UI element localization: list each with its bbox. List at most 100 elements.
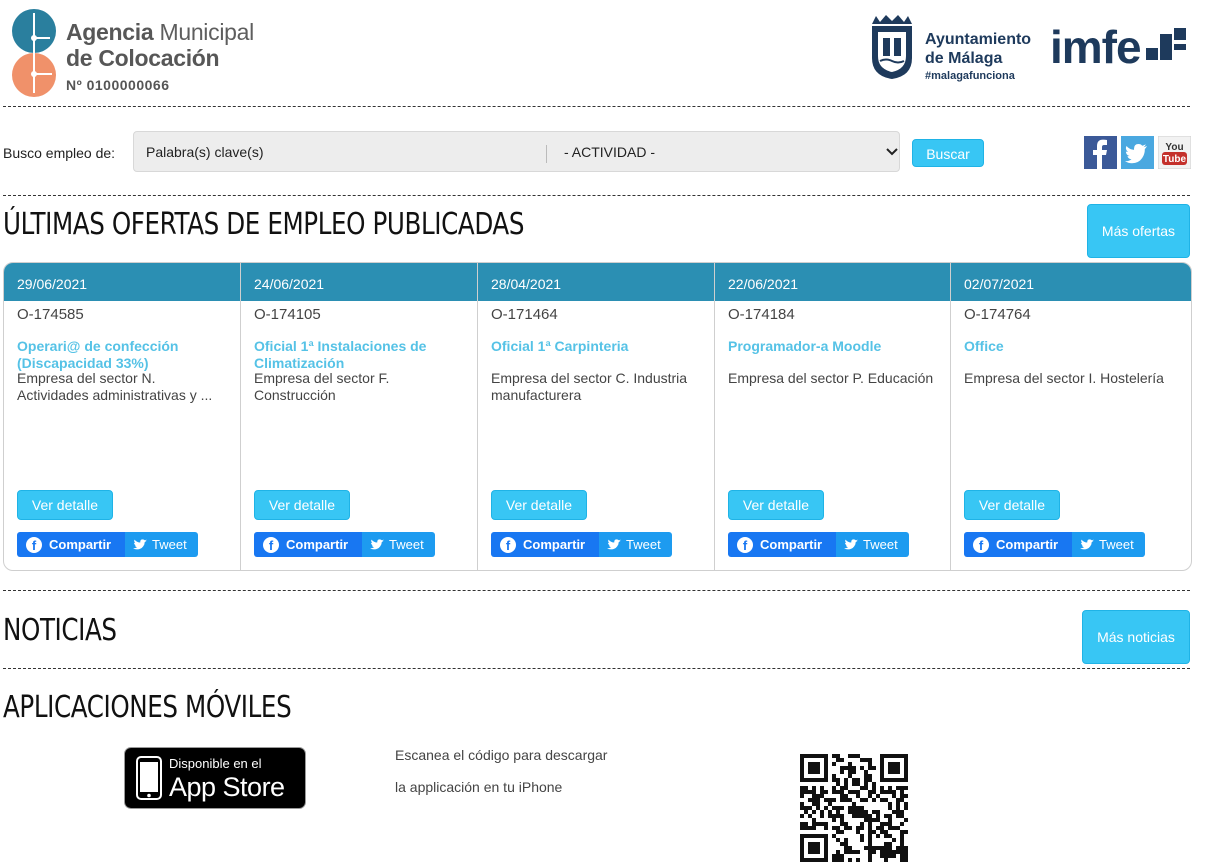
ayuntamiento-tag: #malagafunciona [925,70,1015,82]
agency-number: Nº 0100000066 [66,77,170,93]
news-section-title: NOTICIAS [3,613,117,648]
tweet-label: Tweet [626,537,661,552]
twitter-icon [1121,136,1154,169]
facebook-share-button[interactable]: f Compartir [254,532,362,557]
share-label: Compartir [49,537,112,552]
activity-select-value: - ACTIVIDAD - [564,144,656,160]
offer-code: O-174585 [17,306,84,323]
apps-section-title: APLICACIONES MÓVILES [3,690,292,725]
more-news-button[interactable]: Más noticias [1082,610,1190,664]
twitter-link[interactable] [1121,136,1154,169]
imfe-logo-text: imfe [1050,21,1142,73]
iphone-icon [136,756,162,800]
offer-company: Empresa del sector C. Industria manufact… [491,370,688,403]
offer-code: O-174184 [728,306,795,323]
share-label: Compartir [286,537,349,552]
imfe-logo[interactable]: imfe [1050,22,1195,74]
share-buttons: f Compartir Tweet [964,532,1145,557]
offer-card: 22/06/2021 O-174184 Programador-a Moodle… [715,263,951,570]
qr-code-icon [800,754,908,862]
keyword-input[interactable] [137,138,555,166]
imfe-logo-icon [1146,28,1186,60]
offer-card: 24/06/2021 O-174105 Oficial 1ª Instalaci… [241,263,478,570]
view-detail-button[interactable]: Ver detalle [964,490,1060,520]
qr-code [800,754,908,862]
app-store-small-text: Disponible en el [169,756,262,771]
divider [3,668,1190,669]
twitter-bird-icon [133,538,147,549]
offer-company: Empresa del sector N. Actividades admini… [17,370,213,403]
divider [3,590,1190,591]
agency-name-line2: de Colocación [66,45,220,71]
share-buttons: f Compartir Tweet [254,532,435,557]
share-buttons: f Compartir Tweet [17,532,198,557]
offers-section-title: ÚLTIMAS OFERTAS DE EMPLEO PUBLICADAS [3,207,525,242]
offer-company: Empresa del sector P. Educación [728,370,934,386]
offer-title-link[interactable]: Oficial 1ª Instalaciones de Climatizació… [254,338,467,372]
agency-logo[interactable]: Agencia Municipal de Colocación Nº 01000… [12,5,272,100]
search-label: Busco empleo de: [3,145,116,161]
share-label: Compartir [523,537,586,552]
app-store-badge[interactable]: Disponible en el App Store [124,747,306,809]
search-button[interactable]: Buscar [912,139,984,167]
offer-title-link[interactable]: Oficial 1ª Carpinteria [491,338,704,355]
offer-title-link[interactable]: Programador-a Moodle [728,338,940,355]
divider [3,106,1190,107]
activity-select[interactable]: - ACTIVIDAD - [564,132,899,171]
offer-date: 02/07/2021 [951,263,1191,301]
svg-text:You: You [1165,142,1183,153]
svg-text:Tube: Tube [1163,154,1187,165]
agency-logo-icon [12,9,56,97]
tweet-button[interactable]: Tweet [1072,532,1145,557]
offer-title-link[interactable]: Operari@ de confección (Discapacidad 33%… [17,338,230,372]
youtube-icon: You Tube [1157,135,1192,170]
facebook-share-button[interactable]: f Compartir [17,532,125,557]
more-offers-button[interactable]: Más ofertas [1087,204,1190,258]
facebook-share-button[interactable]: f Compartir [964,532,1072,557]
search-box: - ACTIVIDAD - [133,131,900,172]
offer-code: O-174105 [254,306,321,323]
facebook-icon: f [500,536,516,553]
facebook-link[interactable] [1084,136,1117,169]
tweet-label: Tweet [389,537,424,552]
tweet-button[interactable]: Tweet [836,532,909,557]
tweet-button[interactable]: Tweet [599,532,672,557]
ayuntamiento-line1: Ayuntamiento [925,31,1032,48]
offer-date: 29/06/2021 [4,263,240,301]
offer-card: 02/07/2021 O-174764 Office Empresa del s… [951,263,1191,570]
offer-card: 29/06/2021 O-174585 Operari@ de confecci… [4,263,241,570]
offer-code: O-171464 [491,306,558,323]
tweet-button[interactable]: Tweet [362,532,435,557]
agency-name-line1: Agencia Municipal [66,19,254,45]
search-separator [546,145,547,163]
view-detail-button[interactable]: Ver detalle [254,490,350,520]
offer-date: 28/04/2021 [478,263,714,301]
share-label: Compartir [760,537,823,552]
scan-text-line2: la applicación en tu iPhone [395,779,563,795]
facebook-icon: f [737,536,753,553]
facebook-share-button[interactable]: f Compartir [491,532,599,557]
scan-text-line1: Escanea el código para descargar [395,747,608,763]
tweet-label: Tweet [863,537,898,552]
view-detail-button[interactable]: Ver detalle [17,490,113,520]
share-buttons: f Compartir Tweet [491,532,672,557]
offer-date: 24/06/2021 [241,263,477,301]
ayuntamiento-logo[interactable]: Ayuntamiento de Málaga #malagafunciona [868,14,1043,84]
facebook-share-button[interactable]: f Compartir [728,532,836,557]
offer-title-link[interactable]: Office [964,338,1181,355]
twitter-bird-icon [607,538,621,549]
tweet-label: Tweet [1099,537,1134,552]
tweet-button[interactable]: Tweet [125,532,198,557]
twitter-bird-icon [844,538,858,549]
offers-list: 29/06/2021 O-174585 Operari@ de confecci… [3,262,1192,571]
facebook-icon [1084,136,1117,169]
app-store-big-text: App Store [169,772,285,802]
offer-code: O-174764 [964,306,1031,323]
share-label: Compartir [996,537,1059,552]
offer-company: Empresa del sector F. Construcción [254,370,390,403]
share-buttons: f Compartir Tweet [728,532,909,557]
view-detail-button[interactable]: Ver detalle [728,490,824,520]
view-detail-button[interactable]: Ver detalle [491,490,587,520]
youtube-link[interactable]: You Tube [1157,135,1192,170]
offer-date: 22/06/2021 [715,263,950,301]
